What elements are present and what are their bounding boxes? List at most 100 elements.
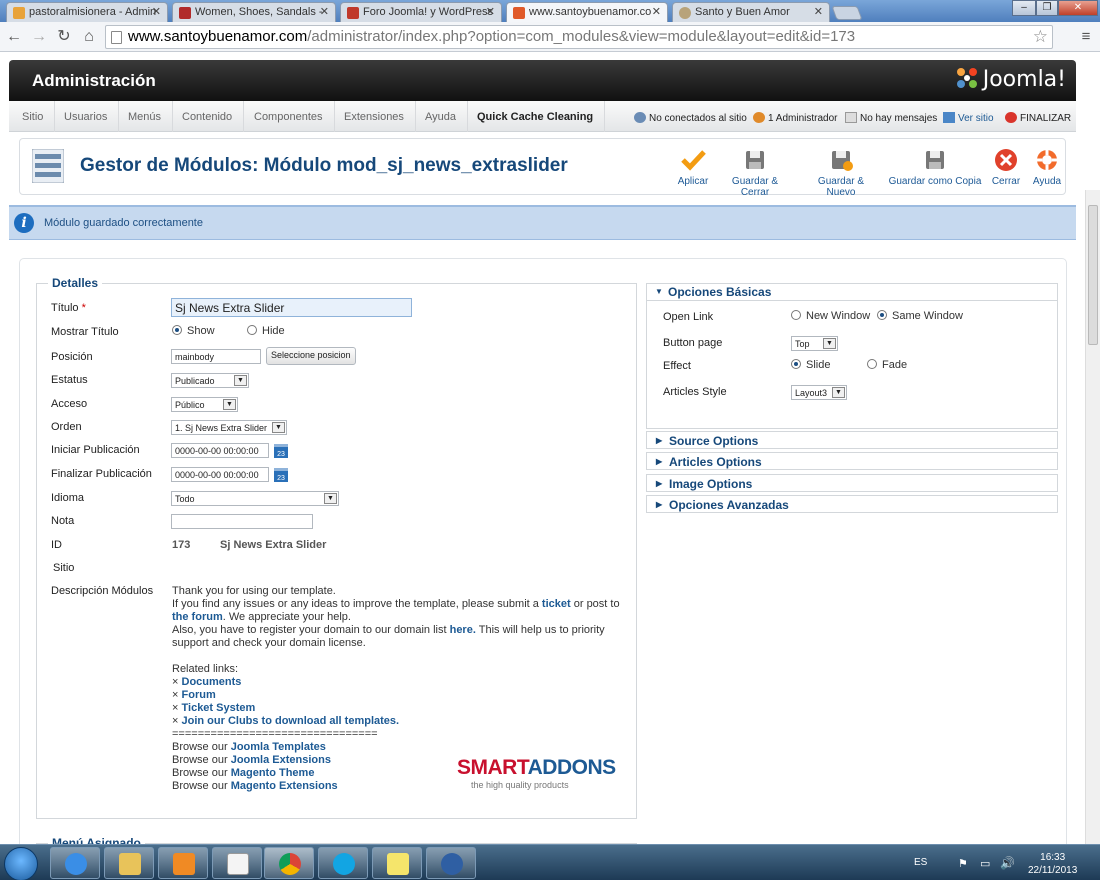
browser-tab[interactable]: Women, Shoes, Sandals - ✕ (172, 2, 336, 22)
calendar-icon[interactable]: 23 (274, 468, 288, 482)
status-select[interactable]: Publicado ▼ (171, 373, 249, 388)
save-copy-button[interactable]: Guardar como Copia (888, 148, 982, 187)
forum-link[interactable]: the forum (172, 611, 223, 623)
close-tab-icon[interactable]: ✕ (814, 5, 823, 18)
language-indicator[interactable]: ES (914, 857, 927, 868)
back-arrow-icon[interactable]: ← (4, 27, 24, 47)
forward-arrow-icon[interactable]: → (29, 27, 49, 47)
articles-style-select[interactable]: Layout3 ▼ (791, 385, 847, 400)
scrollbar-thumb[interactable] (1088, 205, 1098, 345)
menu-item-menus[interactable]: Menús (117, 101, 174, 132)
publish-down-input[interactable] (171, 467, 269, 482)
slide-radio[interactable]: Slide (791, 359, 830, 371)
domain-here-link[interactable]: here. (450, 624, 476, 636)
close-tab-icon[interactable]: ✕ (152, 5, 161, 18)
close-window-button[interactable]: ✕ (1058, 0, 1098, 16)
browser-tab[interactable]: pastoralmisionera - Admin ✕ (6, 2, 168, 22)
image-options-panel[interactable]: ▶ Image Options (646, 474, 1058, 492)
joomla-templates-link[interactable]: Joomla Templates (231, 741, 326, 753)
source-options-panel[interactable]: ▶ Source Options (646, 431, 1058, 449)
note-input[interactable] (171, 514, 313, 529)
advanced-options-panel[interactable]: ▶ Opciones Avanzadas (646, 495, 1058, 513)
chevron-down-icon: ▼ (272, 422, 285, 433)
menu-item-usuarios[interactable]: Usuarios (53, 101, 120, 132)
chrome-icon[interactable] (264, 847, 314, 879)
joomla-extensions-link[interactable]: Joomla Extensions (231, 754, 331, 766)
position-input[interactable] (171, 349, 261, 364)
close-tab-icon[interactable]: ✕ (486, 5, 495, 18)
network-icon[interactable]: ▭ (980, 857, 990, 870)
menu-item-componentes[interactable]: Componentes (243, 101, 335, 132)
browser-tab-active[interactable]: www.santoybuenamor.co ✕ (506, 2, 668, 22)
minimize-button[interactable]: – (1012, 0, 1036, 16)
menu-item-quick-cache[interactable]: Quick Cache Cleaning (466, 101, 606, 132)
radio-label: Slide (806, 359, 831, 371)
thunderbird-icon[interactable] (426, 847, 476, 879)
volume-icon[interactable]: 🔊 (1000, 856, 1015, 870)
new-window-radio[interactable]: New Window (791, 310, 870, 322)
close-tab-icon[interactable]: ✕ (320, 5, 329, 18)
browser-tab[interactable]: Foro Joomla! y WordPress ✕ (340, 2, 502, 22)
new-tab-button[interactable] (831, 6, 863, 20)
menu-item-extensiones[interactable]: Extensiones (333, 101, 416, 132)
hide-radio[interactable]: Hide (247, 325, 285, 337)
magento-extensions-link[interactable]: Magento Extensions (231, 780, 338, 792)
menu-icon[interactable]: ≡ (1076, 27, 1096, 47)
internet-explorer-icon[interactable] (50, 847, 100, 879)
url-input[interactable]: www.santoybuenamor.com/administrator/ind… (105, 25, 1053, 49)
bookmark-star-icon[interactable]: ☆ (1033, 27, 1048, 47)
logo-text: Joomla! (982, 67, 1066, 92)
menu-item-ayuda[interactable]: Ayuda (414, 101, 468, 132)
skype-icon[interactable] (318, 847, 368, 879)
articles-options-panel[interactable]: ▶ Articles Options (646, 452, 1058, 470)
media-player-icon[interactable] (158, 847, 208, 879)
maximize-button[interactable]: ❐ (1036, 0, 1058, 16)
language-select[interactable]: Todo ▼ (171, 491, 339, 506)
title-input[interactable] (171, 298, 412, 317)
same-window-radio[interactable]: Same Window (877, 310, 963, 322)
ticket-system-link[interactable]: Ticket System (182, 702, 256, 714)
magento-theme-link[interactable]: Magento Theme (231, 767, 315, 779)
documents-link[interactable]: Documents (182, 676, 242, 688)
help-button[interactable]: Ayuda (1030, 148, 1064, 187)
action-center-icon[interactable]: ⚑ (958, 857, 968, 870)
apply-button[interactable]: Aplicar (674, 148, 712, 187)
select-position-button[interactable]: Seleccione posicion (266, 347, 356, 365)
save-close-button[interactable]: Guardar & Cerrar (717, 148, 793, 198)
smartaddons-logo[interactable]: SMARTADDONS (457, 756, 616, 780)
forum-link[interactable]: Forum (182, 689, 216, 701)
status-text: No conectados al sitio (649, 113, 747, 124)
show-radio[interactable]: Show (172, 325, 215, 337)
join-clubs-link[interactable]: Join our Clubs to download all templates… (182, 715, 400, 727)
desc-line: If you find any issues or any ideas to i… (172, 598, 620, 611)
view-site-link[interactable]: Ver sitio (943, 112, 994, 124)
file-explorer-icon[interactable] (104, 847, 154, 879)
button-page-select[interactable]: Top ▼ (791, 336, 838, 351)
id-value: 173 (172, 539, 191, 551)
close-button[interactable]: Cerrar (988, 148, 1024, 187)
reload-icon[interactable]: ↻ (54, 27, 74, 47)
basic-options-header[interactable]: ▼ Opciones Básicas (646, 283, 1058, 301)
chevron-down-icon: ▼ (223, 399, 236, 410)
fade-radio[interactable]: Fade (867, 359, 907, 371)
access-select[interactable]: Público ▼ (171, 397, 238, 412)
select-value: Todo (175, 494, 195, 504)
menu-item-sitio[interactable]: Sitio (11, 101, 56, 132)
close-tab-icon[interactable]: ✕ (652, 5, 661, 18)
desc-text: Browse our (172, 741, 231, 753)
ordering-select[interactable]: 1. Sj News Extra Slider ▼ (171, 420, 287, 435)
system-clock[interactable]: 16:33 22/11/2013 (1028, 851, 1077, 877)
radio-icon (791, 310, 801, 320)
ticket-link[interactable]: ticket (542, 598, 571, 610)
start-button[interactable] (4, 847, 38, 880)
home-icon[interactable]: ⌂ (79, 27, 99, 47)
save-new-button[interactable]: Guardar & Nuevo (803, 148, 879, 198)
publish-up-input[interactable] (171, 443, 269, 458)
menu-item-contenido[interactable]: Contenido (171, 101, 245, 132)
chrome-glyph (279, 853, 301, 875)
notepad-icon[interactable] (212, 847, 262, 879)
browser-tab[interactable]: Santo y Buen Amor ✕ (672, 2, 830, 22)
notes-icon[interactable] (372, 847, 422, 879)
logout-link[interactable]: FINALIZAR (1005, 112, 1071, 124)
calendar-icon[interactable]: 23 (274, 444, 288, 458)
